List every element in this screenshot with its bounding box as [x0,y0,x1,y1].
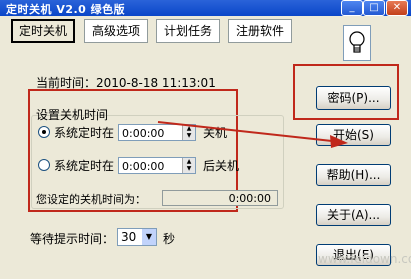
watermark-logo: www.feidown.com [318,252,411,266]
arrow-annotation-icon [157,121,348,148]
